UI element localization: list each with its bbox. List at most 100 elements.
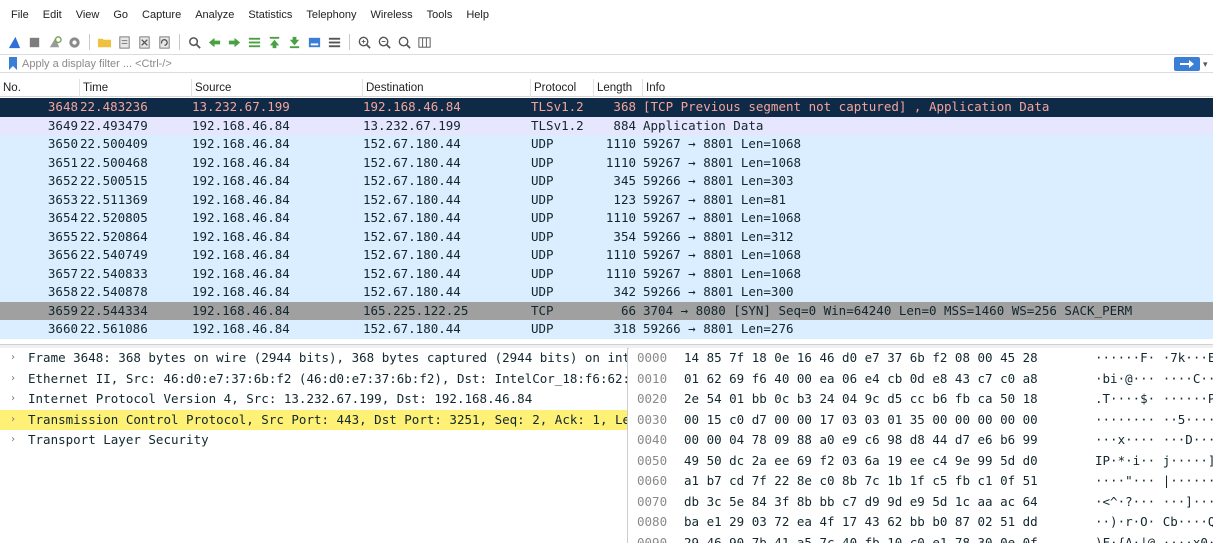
packet-source: 192.168.46.84 <box>192 302 290 318</box>
menu-file[interactable]: File <box>4 0 36 30</box>
packet-row[interactable]: 3651 22.500468 192.168.46.84 152.67.180.44 U… <box>0 153 1213 172</box>
byte-hex: 49 50 dc 2a ee 69 f2 03 6a 19 ee c4 9e 9… <box>684 452 1038 468</box>
bytes-row[interactable]: 0020 2e 54 01 bb 0c b3 24 04 9c d5 cc b6 … <box>629 389 1213 410</box>
packet-row[interactable]: 3649 22.493479 192.168.46.84 13.232.67.199 T… <box>0 116 1213 135</box>
zoom-in-icon[interactable] <box>356 34 373 51</box>
column-header-protocol[interactable]: Protocol <box>531 79 594 97</box>
bytes-row[interactable]: 0090 29 46 90 7b 41 a5 7c 40 fb 10 c0 e1 … <box>629 533 1213 543</box>
packet-rows: 3648 22.483236 13.232.67.199 192.168.46.84 T… <box>0 98 1213 339</box>
menu-statistics[interactable]: Statistics <box>241 0 299 30</box>
packet-source: 192.168.46.84 <box>192 228 290 244</box>
column-header-source[interactable]: Source <box>192 79 363 97</box>
file-icon[interactable] <box>116 34 133 51</box>
packet-destination: 152.67.180.44 <box>363 228 461 244</box>
bytes-row[interactable]: 0060 a1 b7 cd 7f 22 8e c0 8b 7c 1b 1f c5 … <box>629 471 1213 492</box>
packet-length: 345 <box>613 173 636 188</box>
colorize-icon[interactable] <box>326 34 343 51</box>
close-file-icon[interactable] <box>136 34 153 51</box>
bytes-row[interactable]: 0080 ba e1 29 03 72 ea 4f 17 43 62 bb b0 … <box>629 512 1213 533</box>
detail-tree-item[interactable]: › Transmission Control Protocol, Src Port… <box>0 409 627 431</box>
bytes-row[interactable]: 0010 01 62 69 f6 40 00 ea 06 e4 cb 0d e8 … <box>629 369 1213 390</box>
packet-row[interactable]: 3658 22.540878 192.168.46.84 152.67.180.44 U… <box>0 283 1213 302</box>
column-header-length[interactable]: Length <box>594 79 643 97</box>
packet-bytes-pane[interactable]: 0000 14 85 7f 18 0e 16 46 d0 e7 37 6b f2 … <box>629 348 1213 543</box>
menu-go[interactable]: Go <box>106 0 135 30</box>
packet-row[interactable]: 3657 22.540833 192.168.46.84 152.67.180.44 U… <box>0 264 1213 283</box>
bookmark-icon[interactable] <box>8 57 18 70</box>
menu-telephony[interactable]: Telephony <box>299 0 363 30</box>
packet-info: 59267 → 8801 Len=1068 <box>643 247 802 262</box>
packet-protocol: UDP <box>531 173 554 188</box>
expand-chevron-icon[interactable]: › <box>10 389 22 410</box>
packet-time: 22.544334 <box>80 302 148 318</box>
packet-time: 22.500515 <box>80 173 148 188</box>
packet-row[interactable]: 3654 22.520805 192.168.46.84 152.67.180.44 U… <box>0 209 1213 228</box>
find-icon[interactable] <box>186 34 203 51</box>
expand-chevron-icon[interactable]: › <box>10 369 22 390</box>
packet-length: 884 <box>613 117 636 133</box>
packet-row[interactable]: 3653 22.511369 192.168.46.84 152.67.180.44 U… <box>0 190 1213 209</box>
detail-tree-item[interactable]: › Frame 3648: 368 bytes on wire (2944 bit… <box>0 348 627 369</box>
autoscroll-icon[interactable] <box>306 34 323 51</box>
packet-destination: 152.67.180.44 <box>363 154 461 170</box>
restart-icon[interactable] <box>46 34 63 51</box>
zoom-out-icon[interactable] <box>376 34 393 51</box>
stop-icon[interactable] <box>26 34 43 51</box>
bytes-row[interactable]: 0000 14 85 7f 18 0e 16 46 d0 e7 37 6b f2 … <box>629 348 1213 369</box>
expand-chevron-icon[interactable]: › <box>10 348 22 369</box>
resize-columns-icon[interactable] <box>416 34 433 51</box>
back-arrow-icon[interactable] <box>206 34 223 51</box>
column-header-time[interactable]: Time <box>80 79 192 97</box>
menu-edit[interactable]: Edit <box>36 0 69 30</box>
menu-wireless[interactable]: Wireless <box>364 0 420 30</box>
expand-chevron-icon[interactable]: › <box>10 410 22 431</box>
shark-fin-start-icon[interactable] <box>6 34 23 51</box>
toolbar-separator <box>349 34 350 50</box>
detail-tree-item[interactable]: › Transport Layer Security <box>0 430 627 451</box>
display-filter-bar: ▾ <box>0 54 1213 73</box>
expand-chevron-icon[interactable]: › <box>10 430 22 451</box>
packet-row[interactable]: 3652 22.500515 192.168.46.84 152.67.180.44 U… <box>0 172 1213 191</box>
packet-row[interactable]: 3650 22.500409 192.168.46.84 152.67.180.44 U… <box>0 135 1213 154</box>
filter-dropdown-chevron-icon[interactable]: ▾ <box>1203 57 1213 71</box>
byte-hex: 00 00 04 78 09 88 a0 e9 c6 98 d8 44 d7 e… <box>684 432 1038 447</box>
menu-analyze[interactable]: Analyze <box>188 0 241 30</box>
packet-row[interactable]: 3656 22.540749 192.168.46.84 152.67.180.44 U… <box>0 246 1213 265</box>
apply-filter-arrow-icon[interactable] <box>1174 57 1200 71</box>
last-packet-icon[interactable] <box>286 34 303 51</box>
display-filter-input[interactable] <box>22 56 1192 71</box>
byte-ascii: ··)·r·O· Cb····Q· <box>1095 514 1213 529</box>
packet-info: 59266 → 8801 Len=303 <box>643 173 794 188</box>
menu-tools[interactable]: Tools <box>420 0 460 30</box>
byte-ascii: ·bi·@··· ····C··· <box>1095 370 1213 386</box>
packet-row[interactable]: 3660 22.561086 192.168.46.84 152.67.180.44 U… <box>0 320 1213 339</box>
toolbar-separator <box>89 34 90 50</box>
byte-offset: 0020 <box>637 391 668 406</box>
packet-row-selected[interactable]: 3648 22.483236 13.232.67.199 192.168.46.84 T… <box>0 98 1213 117</box>
packet-details-pane[interactable]: › Frame 3648: 368 bytes on wire (2944 bit… <box>0 348 628 543</box>
packet-row[interactable]: 3659 22.544334 192.168.46.84 165.225.122.25… <box>0 301 1213 320</box>
column-header-destination[interactable]: Destination <box>363 79 531 97</box>
column-header-no[interactable]: No. <box>0 79 80 97</box>
menu-help[interactable]: Help <box>459 0 496 30</box>
packet-row[interactable]: 3655 22.520864 192.168.46.84 152.67.180.44 U… <box>0 227 1213 246</box>
forward-arrow-icon[interactable] <box>226 34 243 51</box>
bytes-row[interactable]: 0040 00 00 04 78 09 88 a0 e9 c6 98 d8 44 … <box>629 430 1213 451</box>
reload-icon[interactable] <box>156 34 173 51</box>
packet-length: 1110 <box>605 210 636 225</box>
options-gear-icon[interactable] <box>66 34 83 51</box>
detail-tree-item[interactable]: › Internet Protocol Version 4, Src: 13.23… <box>0 389 627 410</box>
zoom-normal-icon[interactable] <box>396 34 413 51</box>
menu-view[interactable]: View <box>69 0 107 30</box>
bytes-row[interactable]: 0030 00 15 c0 d7 00 00 17 03 03 01 35 00 … <box>629 410 1213 431</box>
go-to-packet-icon[interactable] <box>246 34 263 51</box>
bytes-row[interactable]: 0070 db 3c 5e 84 3f 8b bb c7 d9 9d e9 5d … <box>629 492 1213 513</box>
bytes-row[interactable]: 0050 49 50 dc 2a ee 69 f2 03 6a 19 ee c4 … <box>629 451 1213 472</box>
detail-tree-item[interactable]: › Ethernet II, Src: 46:d0:e7:37:6b:f2 (46… <box>0 369 627 390</box>
column-header-info[interactable]: Info <box>643 79 1213 97</box>
detail-tree-label: Ethernet II, Src: 46:d0:e7:37:6b:f2 (46:… <box>28 370 627 386</box>
first-packet-icon[interactable] <box>266 34 283 51</box>
open-folder-icon[interactable] <box>96 34 113 51</box>
menu-capture[interactable]: Capture <box>135 0 188 30</box>
packet-list-pane[interactable]: No. Time Source Destination Protocol Len… <box>0 79 1213 344</box>
